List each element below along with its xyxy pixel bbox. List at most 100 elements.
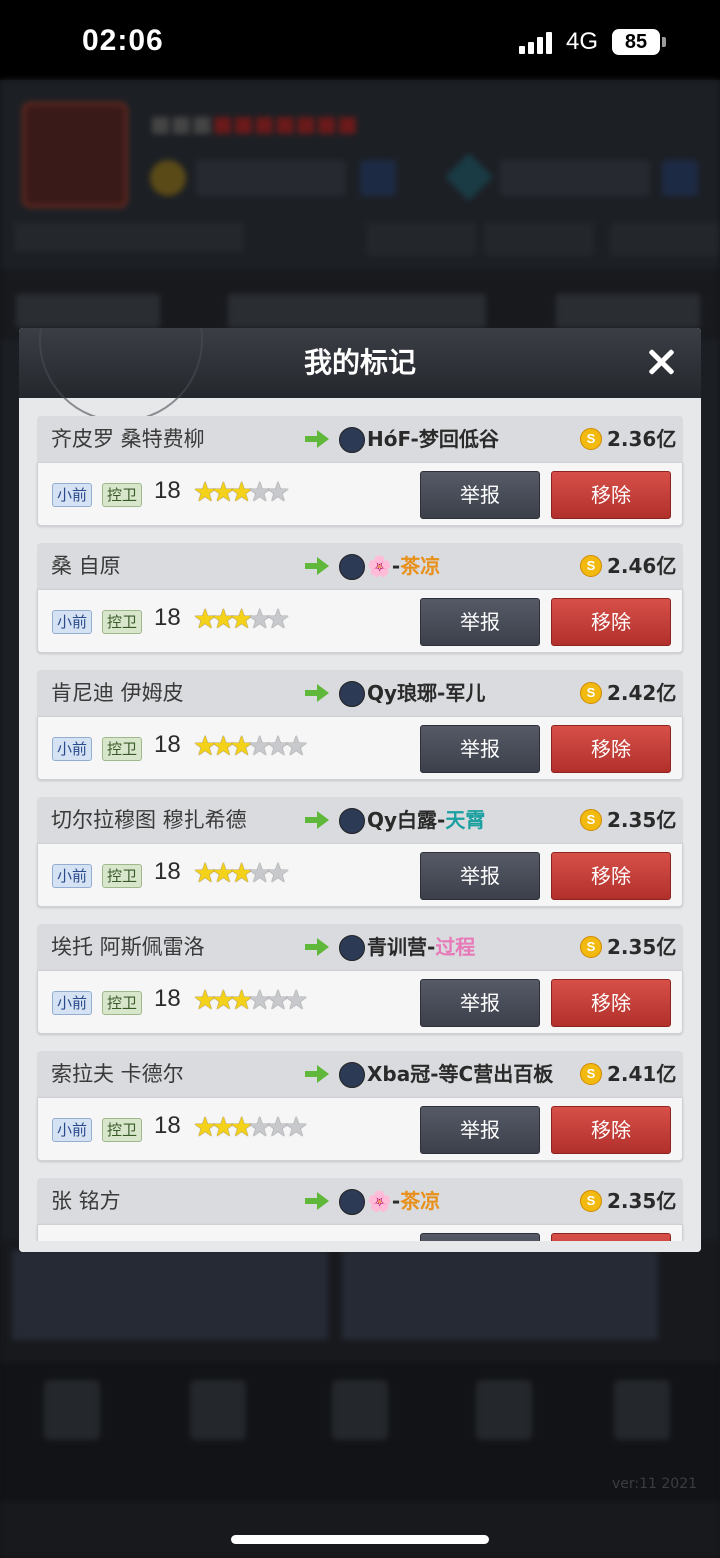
- star-empty-icon: ★: [247, 604, 272, 635]
- coin-icon: S: [580, 936, 602, 958]
- team-name: Qy琅琊-军儿: [367, 670, 485, 716]
- report-button[interactable]: 举报: [420, 1233, 540, 1241]
- bg-friends-icon: [366, 222, 476, 256]
- remove-button[interactable]: 移除: [551, 598, 671, 646]
- star-filled-icon: ★: [193, 731, 217, 762]
- star-filled-icon: ★: [229, 604, 253, 635]
- star-rating: ★★★★★★: [193, 1112, 308, 1143]
- report-button[interactable]: 举报: [420, 852, 540, 900]
- star-rating: ★★★★★★: [193, 731, 308, 762]
- arrow-right-icon: [305, 1192, 329, 1210]
- report-button[interactable]: 举报: [420, 471, 540, 519]
- remove-button[interactable]: 移除: [551, 1233, 671, 1241]
- arrow-right-icon: [305, 811, 329, 829]
- star-empty-icon: ★: [265, 477, 290, 508]
- report-button[interactable]: 举报: [420, 598, 540, 646]
- star-rating: ★★★★★: [193, 858, 290, 889]
- player-age: 18: [154, 477, 181, 504]
- bg-nav-icon-5: [614, 1380, 670, 1440]
- status-bar: 02:06 4G 85: [0, 0, 720, 80]
- team-name: 🌸-茶凉: [367, 543, 440, 589]
- home-indicator[interactable]: [231, 1535, 489, 1544]
- star-empty-icon: ★: [265, 858, 290, 889]
- remove-button[interactable]: 移除: [551, 852, 671, 900]
- bg-nav-icon-4: [476, 1380, 532, 1440]
- star-empty-icon: ★: [284, 1112, 308, 1143]
- role-tag: 控卫: [102, 483, 143, 507]
- battery-tip: [662, 37, 666, 47]
- team-logo-icon: [339, 808, 365, 834]
- mark-list[interactable]: 齐皮罗 桑特费柳 HóF-梦回低谷 S 2.36亿 小前 控卫 18 ★★★★★…: [19, 398, 701, 1241]
- player-price: 2.35亿: [607, 935, 677, 959]
- player-price: 2.42亿: [607, 681, 677, 705]
- player-age: 18: [154, 858, 181, 885]
- team-logo-icon: [339, 935, 365, 961]
- position-tag: 小前: [52, 991, 93, 1015]
- remove-button[interactable]: 移除: [551, 725, 671, 773]
- dialog-title: 我的标记: [303, 346, 416, 379]
- card-header: 索拉夫 卡德尔 Xba冠-等C营出百板 S 2.41亿: [37, 1051, 683, 1097]
- player-name: 张 铭方: [51, 1189, 121, 1213]
- mark-card: 齐皮罗 桑特费柳 HóF-梦回低谷 S 2.36亿 小前 控卫 18 ★★★★★…: [37, 416, 683, 526]
- bg-nav-icon-1: [44, 1380, 100, 1440]
- card-body: 小前 控卫 18 ★★★★★ 举报 移除: [37, 462, 683, 526]
- star-filled-icon: ★: [193, 1112, 217, 1143]
- bg-plus-icon: [360, 160, 396, 196]
- arrow-right-icon: [305, 430, 329, 448]
- star-empty-icon: ★: [247, 731, 272, 762]
- dialog-bottom: [19, 1241, 701, 1252]
- team-name-prefix: HóF-梦回低谷: [367, 427, 499, 451]
- report-button[interactable]: 举报: [420, 979, 540, 1027]
- position-tag: 小前: [52, 610, 93, 634]
- remove-button[interactable]: 移除: [551, 979, 671, 1027]
- player-age: 18: [154, 985, 181, 1012]
- star-filled-icon: ★: [193, 477, 217, 508]
- bg-tile-2: [342, 1250, 658, 1340]
- arrow-right-icon: [305, 684, 329, 702]
- star-rating: ★★★★★: [193, 477, 290, 508]
- star-filled-icon: ★: [211, 477, 235, 508]
- my-marks-dialog: 我的标记 齐皮罗 桑特费柳 HóF-梦回低谷 S 2.36亿 小前 控卫 18 …: [19, 328, 701, 1252]
- mark-card: 埃托 阿斯佩雷洛 青训营-过程 S 2.35亿 小前 控卫 18 ★★★★★★ …: [37, 924, 683, 1034]
- position-tag: 小前: [52, 864, 93, 888]
- arrow-right-icon: [305, 938, 329, 956]
- team-name-highlight: 茶凉: [400, 1189, 441, 1213]
- star-filled-icon: ★: [229, 858, 253, 889]
- mark-card: 张 铭方 🌸-茶凉 S 2.35亿 小前 控卫 18 ★★★★★ 举报 移除: [37, 1178, 683, 1241]
- bg-strip-3: [556, 294, 700, 328]
- card-body: 小前 控卫 18 ★★★★★★ 举报 移除: [37, 970, 683, 1034]
- card-header: 切尔拉穆图 穆扎希德 Qy白露-天霄 S 2.35亿: [37, 797, 683, 843]
- remove-button[interactable]: 移除: [551, 471, 671, 519]
- player-name: 切尔拉穆图 穆扎希德: [51, 808, 247, 832]
- remove-button[interactable]: 移除: [551, 1106, 671, 1154]
- dialog-header: 我的标记: [19, 328, 701, 422]
- bg-tile-1: [12, 1250, 328, 1340]
- player-name: 索拉夫 卡德尔: [51, 1062, 184, 1086]
- team-name-prefix: 🌸-: [367, 554, 401, 578]
- mark-card: 索拉夫 卡德尔 Xba冠-等C营出百板 S 2.41亿 小前 控卫 18 ★★★…: [37, 1051, 683, 1161]
- bg-nav-icon-3: [332, 1380, 388, 1440]
- team-logo-icon: [339, 427, 365, 453]
- report-button[interactable]: 举报: [420, 725, 540, 773]
- card-body: 小前 控卫 18 ★★★★★★ 举报 移除: [37, 1097, 683, 1161]
- arrow-right-icon: [305, 557, 329, 575]
- bg-nav-icon-2: [190, 1380, 246, 1440]
- star-filled-icon: ★: [211, 985, 235, 1016]
- coin-icon: S: [580, 1063, 602, 1085]
- mark-card: 肯尼迪 伊姆皮 Qy琅琊-军儿 S 2.42亿 小前 控卫 18 ★★★★★★ …: [37, 670, 683, 780]
- team-name-highlight: 茶凉: [400, 554, 441, 578]
- bg-subtitle: [14, 222, 244, 252]
- report-button[interactable]: 举报: [420, 1106, 540, 1154]
- star-empty-icon: ★: [247, 477, 272, 508]
- team-name: Xba冠-等C营出百板: [367, 1051, 553, 1097]
- close-icon[interactable]: [643, 344, 679, 380]
- star-filled-icon: ★: [229, 1112, 253, 1143]
- star-filled-icon: ★: [211, 604, 235, 635]
- team-name: HóF-梦回低谷: [367, 416, 499, 462]
- team-name: 青训营-过程: [367, 924, 475, 970]
- card-body: 小前 控卫 18 ★★★★★ 举报 移除: [37, 1224, 683, 1241]
- team-name-prefix: Qy白露-: [367, 808, 446, 832]
- player-price: 2.36亿: [607, 427, 677, 451]
- coin-icon: S: [580, 428, 602, 450]
- star-empty-icon: ★: [247, 985, 272, 1016]
